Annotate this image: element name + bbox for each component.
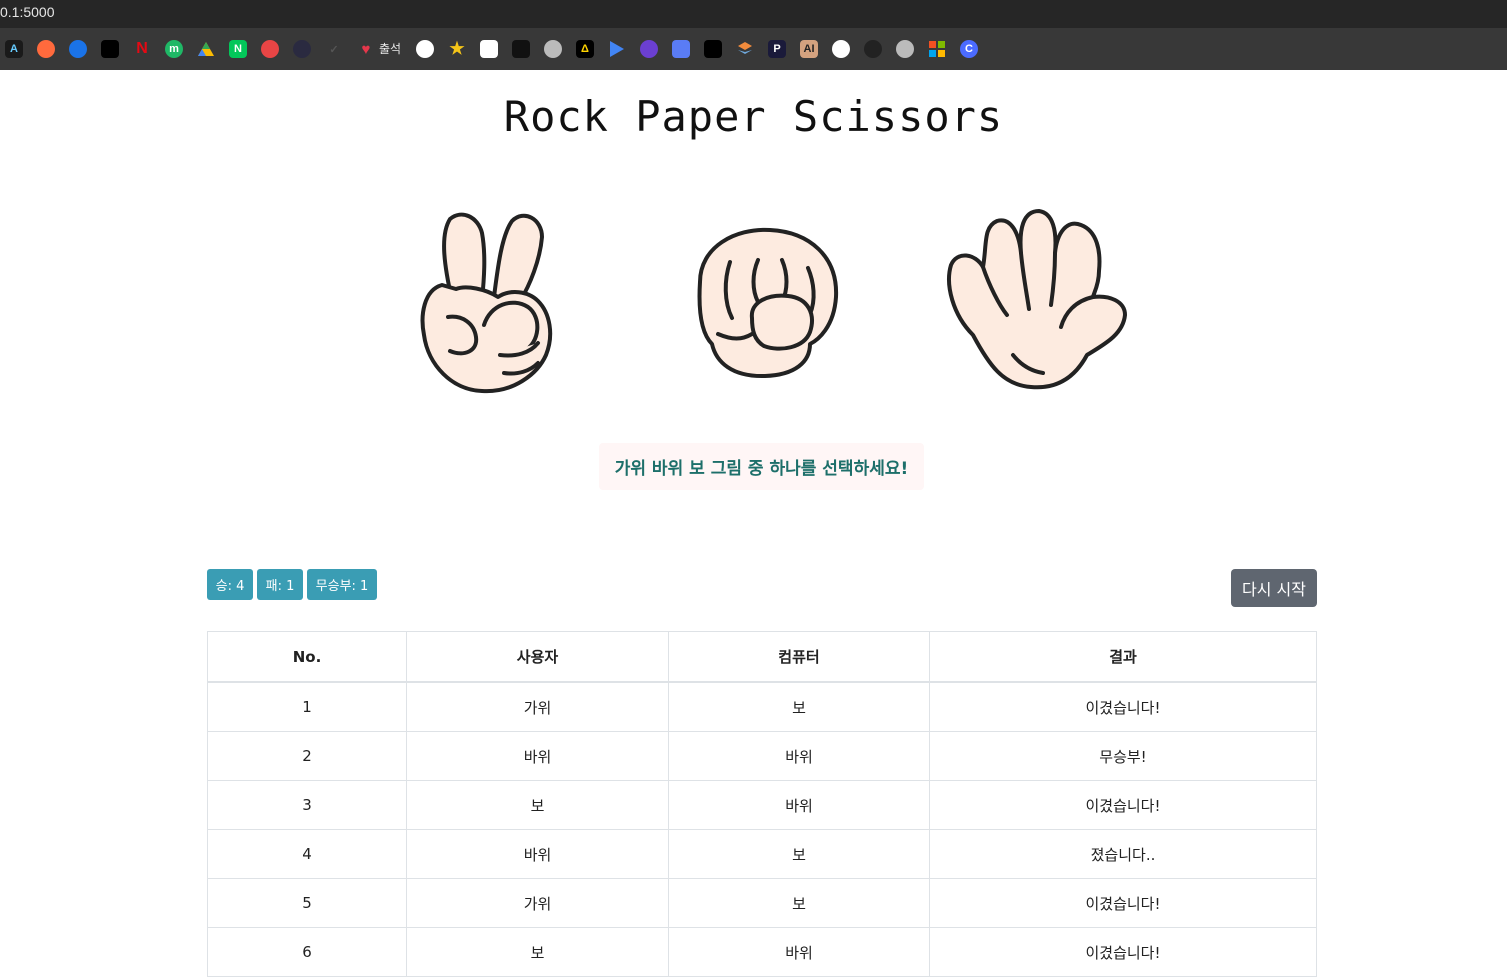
user-choice: 가위 xyxy=(406,878,669,928)
result: 이겼습니다! xyxy=(929,681,1317,732)
bookmark-c-icon[interactable]: C xyxy=(960,40,978,58)
column-header-no: No. xyxy=(207,631,407,683)
bookmark-delta-icon[interactable]: Δ xyxy=(576,40,594,58)
bookmark-ai-icon[interactable]: AI xyxy=(800,40,818,58)
user-choice: 바위 xyxy=(406,829,669,879)
row-number: 3 xyxy=(207,780,407,830)
table-row: 2 바위 바위 무승부! xyxy=(207,731,1317,781)
computer-choice: 바위 xyxy=(668,731,930,781)
table-row: 4 바위 보 졌습니다.. xyxy=(207,829,1317,879)
page-title: Rock Paper Scissors xyxy=(503,92,1004,141)
table-row: 3 보 바위 이겼습니다! xyxy=(207,780,1317,830)
bookmark-chatgpt-icon[interactable] xyxy=(864,40,882,58)
bookmark-openai-icon[interactable] xyxy=(480,40,498,58)
row-number: 2 xyxy=(207,731,407,781)
result: 졌습니다.. xyxy=(929,829,1317,879)
bookmark-heart-icon[interactable]: ♥ xyxy=(357,40,375,58)
table-row: 6 보 바위 이겼습니다! xyxy=(207,927,1317,977)
bookmark-a-icon[interactable]: A xyxy=(5,40,23,58)
bookmark-stack-icon[interactable] xyxy=(736,40,754,58)
bookmark-attendance-label[interactable]: 출석 xyxy=(379,40,401,58)
scissors-choice[interactable] xyxy=(412,205,557,405)
bookmark-docs-icon[interactable] xyxy=(672,40,690,58)
instruction-message: 가위 바위 보 그림 중 하나를 선택하세요! xyxy=(599,443,924,490)
row-number: 4 xyxy=(207,829,407,879)
table-row: 1 가위 보 이겼습니다! xyxy=(207,681,1317,732)
bookmarks-bar: A N m N ✓ ♥ 출석 ★ Δ P AI C xyxy=(0,28,1507,70)
bookmark-globe2-icon[interactable] xyxy=(896,40,914,58)
column-header-result: 결과 xyxy=(929,631,1317,683)
result: 무승부! xyxy=(929,731,1317,781)
bookmark-white-circle-icon[interactable] xyxy=(832,40,850,58)
result: 이겼습니다! xyxy=(929,927,1317,977)
computer-choice: 바위 xyxy=(668,780,930,830)
url-text: 0.1:5000 xyxy=(0,4,55,20)
bookmark-star-icon[interactable]: ★ xyxy=(448,39,466,58)
restart-button[interactable]: 다시 시작 xyxy=(1231,569,1317,607)
user-choice: 가위 xyxy=(406,681,669,732)
row-number: 1 xyxy=(207,681,407,732)
table-header-row: No. 사용자 컴퓨터 결과 xyxy=(207,631,1317,683)
result: 이겼습니다! xyxy=(929,780,1317,830)
bookmark-play-dark-icon[interactable] xyxy=(512,40,530,58)
win-count-badge: 승: 4 xyxy=(207,569,253,600)
paper-hand-icon xyxy=(947,209,1127,390)
row-number: 5 xyxy=(207,878,407,928)
bookmark-m-icon[interactable]: m xyxy=(165,40,183,58)
computer-choice: 보 xyxy=(668,878,930,928)
scissors-hand-icon xyxy=(420,212,553,394)
bookmark-github-icon[interactable] xyxy=(416,40,434,58)
draw-count-badge: 무승부: 1 xyxy=(307,569,377,600)
bookmark-naver-icon[interactable]: N xyxy=(229,40,247,58)
bookmark-pattern-icon[interactable] xyxy=(704,40,722,58)
user-choice: 보 xyxy=(406,780,669,830)
bookmark-edge-icon[interactable] xyxy=(69,40,87,58)
rock-choice[interactable] xyxy=(680,222,845,387)
bookmark-dark-icon[interactable] xyxy=(101,40,119,58)
table-row: 5 가위 보 이겼습니다! xyxy=(207,878,1317,928)
bookmark-p-icon[interactable]: P xyxy=(768,40,786,58)
computer-choice: 보 xyxy=(668,829,930,879)
bookmark-red-icon[interactable] xyxy=(261,40,279,58)
column-header-computer: 컴퓨터 xyxy=(668,631,930,683)
bookmark-globe-icon[interactable] xyxy=(544,40,562,58)
bookmark-purple-icon[interactable] xyxy=(640,40,658,58)
user-choice: 보 xyxy=(406,927,669,977)
bookmark-drive-icon[interactable] xyxy=(197,40,215,58)
lose-count-badge: 패: 1 xyxy=(257,569,303,600)
bookmark-check-icon[interactable]: ✓ xyxy=(325,40,343,58)
computer-choice: 바위 xyxy=(668,927,930,977)
bookmark-slash-icon[interactable] xyxy=(293,40,311,58)
result: 이겼습니다! xyxy=(929,878,1317,928)
history-table: No. 사용자 컴퓨터 결과 1 가위 보 이겼습니다! 2 바위 바위 무승부… xyxy=(207,631,1317,977)
column-header-user: 사용자 xyxy=(406,631,669,683)
rock-hand-icon xyxy=(697,227,839,379)
browser-url-bar[interactable]: 0.1:5000 xyxy=(0,0,1507,28)
bookmark-orange-icon[interactable] xyxy=(37,40,55,58)
bookmark-microsoft-icon[interactable] xyxy=(928,40,946,58)
paper-choice[interactable] xyxy=(943,205,1133,400)
user-choice: 바위 xyxy=(406,731,669,781)
row-number: 6 xyxy=(207,927,407,977)
bookmark-play-icon[interactable] xyxy=(608,40,626,58)
computer-choice: 보 xyxy=(668,681,930,732)
bookmark-netflix-icon[interactable]: N xyxy=(133,40,151,58)
